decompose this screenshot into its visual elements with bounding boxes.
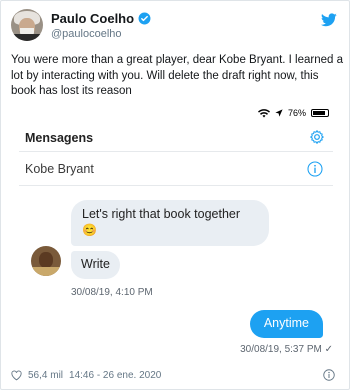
author-name-row[interactable]: Paulo Coelho [51, 11, 151, 26]
outgoing-message-bubble[interactable]: Anytime [249, 310, 323, 338]
author-avatar[interactable] [11, 9, 43, 41]
battery-percent: 76% [287, 108, 306, 118]
smile-emoji-icon: 😊 [82, 223, 97, 237]
message-timestamp-read: 30/08/19, 5:37 PM ✓ [240, 344, 333, 355]
messages-title: Mensagens [25, 131, 94, 145]
conversation-contact-name[interactable]: Kobe Bryant [25, 162, 94, 176]
wifi-icon [257, 108, 270, 117]
incoming-message-bubble[interactable]: Let's right that book together 😊 [71, 200, 269, 246]
tweet-timestamp[interactable]: 14:46 - 26 ene. 2020 [69, 370, 161, 381]
embedded-dm-screenshot[interactable]: 76% Mensagens Kobe Bryant Let's right th… [11, 105, 341, 360]
author-name[interactable]: Paulo Coelho [51, 11, 134, 26]
sender-avatar[interactable] [31, 246, 61, 276]
tweet-text: You were more than a great player, dear … [11, 54, 344, 97]
header-divider [19, 151, 333, 152]
tweet-card: Paulo Coelho @paulocoelho You were more … [0, 0, 350, 390]
battery-icon [311, 109, 329, 117]
author-handle[interactable]: @paulocoelho [51, 28, 122, 40]
contact-divider [19, 185, 333, 186]
info-icon[interactable] [323, 369, 335, 381]
heart-icon[interactable] [11, 370, 22, 381]
message-text: Anytime [263, 316, 309, 330]
message-timestamp: 30/08/19, 4:10 PM [71, 287, 153, 298]
incoming-message-bubble[interactable]: Write [71, 251, 120, 279]
like-count[interactable]: 56,4 mil [28, 370, 63, 381]
info-icon[interactable] [307, 161, 323, 177]
gear-icon[interactable] [309, 129, 325, 145]
tweet-footer: 56,4 mil 14:46 - 26 ene. 2020 [11, 370, 161, 381]
message-text: Write [81, 257, 110, 271]
verified-badge-icon [138, 12, 151, 25]
message-text: Let's right that book together [82, 207, 241, 221]
phone-status-bar: 76% [257, 105, 329, 121]
twitter-bird-icon[interactable] [321, 13, 337, 27]
location-arrow-icon [275, 109, 283, 117]
